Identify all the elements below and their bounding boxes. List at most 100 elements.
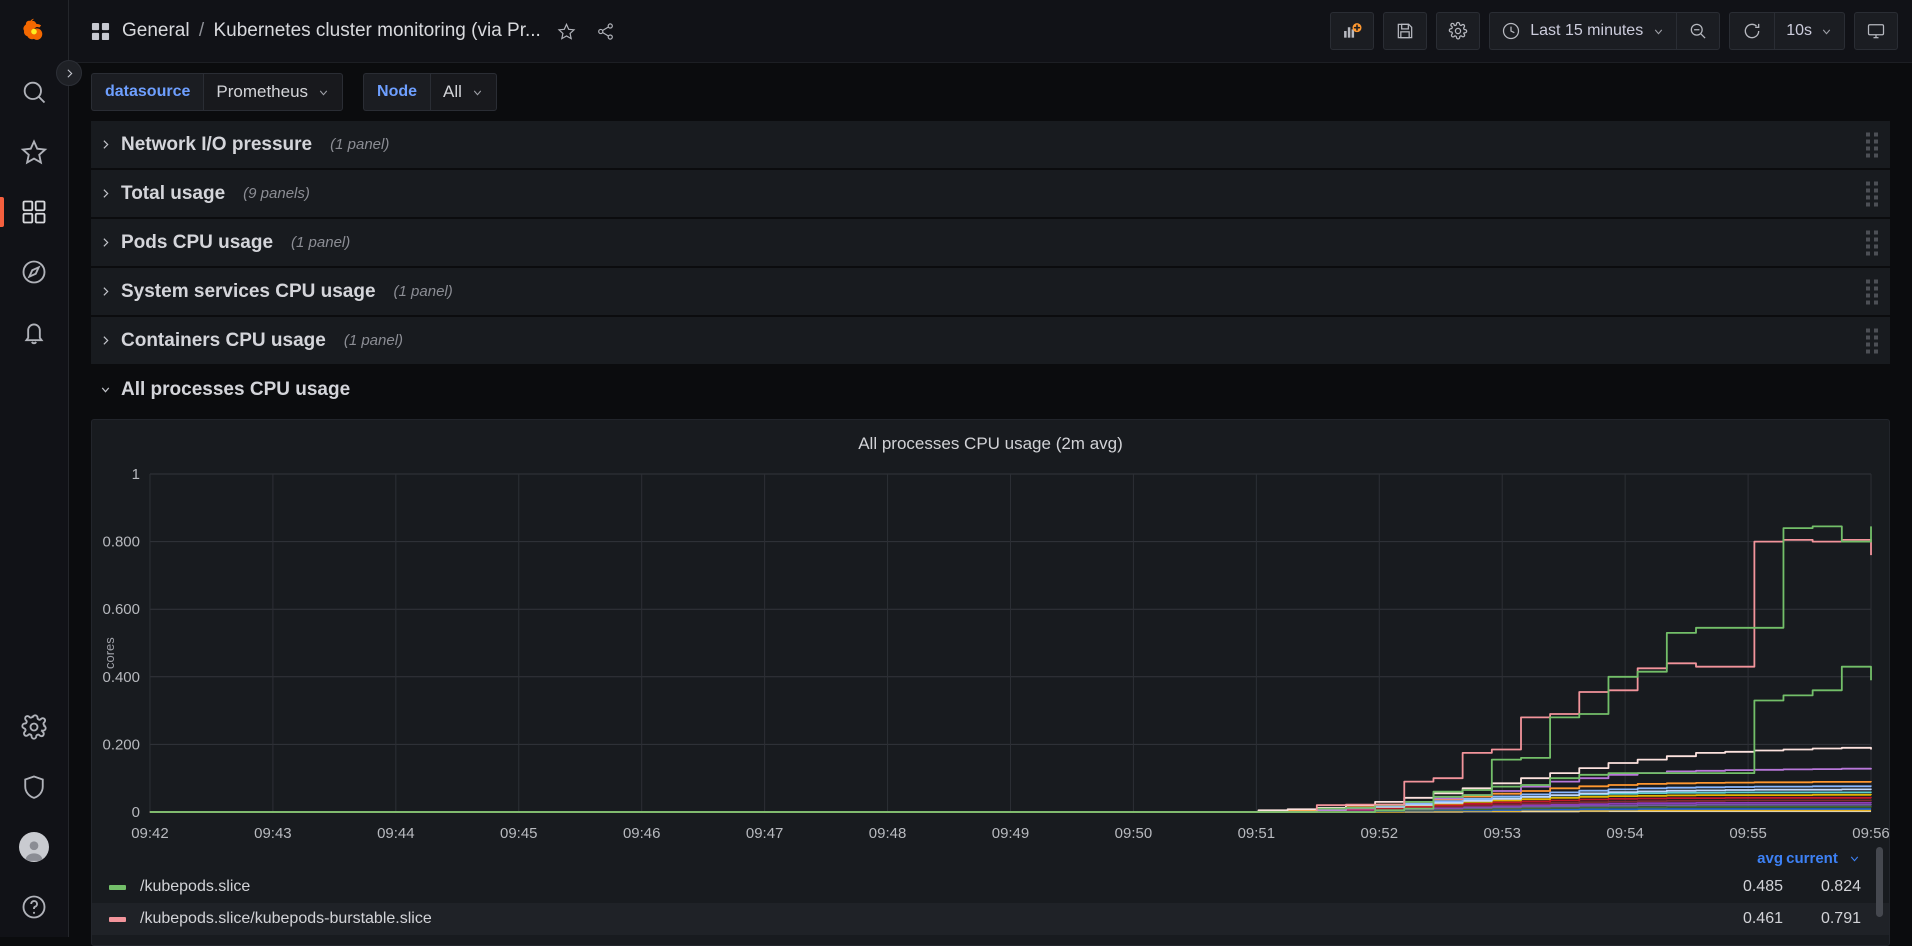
sidebar-item-help[interactable]	[0, 877, 69, 937]
page-container: General / Kubernetes cluster monitoring …	[69, 0, 1912, 946]
row-header-total-usage[interactable]: Total usage (9 panels)	[91, 170, 1890, 217]
chevron-right-icon	[103, 238, 109, 247]
svg-text:0.400: 0.400	[102, 669, 139, 686]
variable-datasource: datasource Prometheus	[91, 73, 344, 111]
row-title: All processes CPU usage	[121, 378, 351, 400]
zoom-out-button[interactable]	[1676, 12, 1721, 50]
legend-scrollbar[interactable]	[1876, 847, 1883, 917]
dashboard-grid-icon	[91, 22, 110, 40]
svg-text:09:56: 09:56	[1852, 825, 1889, 842]
page-title[interactable]: Kubernetes cluster monitoring (via Pr...	[213, 20, 540, 41]
legend-color-swatch[interactable]	[109, 916, 126, 922]
sidebar-expand-button[interactable]	[56, 60, 82, 86]
time-range-label: Last 15 minutes	[1530, 22, 1644, 39]
star-icon	[20, 139, 48, 165]
refresh-group: 10s	[1729, 12, 1845, 50]
legend-header: avg current	[92, 845, 1889, 871]
sidebar-item-explore[interactable]	[0, 242, 69, 302]
svg-text:0.600: 0.600	[102, 601, 139, 618]
row-title: Pods CPU usage	[121, 231, 274, 253]
chevron-right-icon	[103, 189, 109, 198]
sidebar-item-profile[interactable]	[0, 817, 69, 877]
svg-text:09:51: 09:51	[1238, 825, 1275, 842]
svg-text:0.800: 0.800	[102, 534, 139, 551]
chevron-down-icon	[319, 90, 328, 95]
row-header-pods-cpu-usage[interactable]: Pods CPU usage (1 panel)	[91, 219, 1890, 266]
row-drag-handle[interactable]	[1866, 279, 1879, 304]
legend-value-avg: 0.485	[1742, 878, 1783, 895]
legend-col-avg[interactable]: avg	[1705, 850, 1783, 867]
share-button[interactable]	[593, 18, 619, 44]
row-drag-handle[interactable]	[1866, 230, 1879, 255]
chevron-down-icon	[473, 90, 482, 95]
y-axis-title: cores	[102, 637, 117, 669]
compass-icon	[22, 260, 46, 284]
breadcrumb-folder[interactable]: General	[122, 20, 190, 41]
dashboards-icon	[22, 200, 46, 224]
row-header-network-io-pressure[interactable]: Network I/O pressure (1 panel)	[91, 121, 1890, 168]
active-indicator	[0, 197, 4, 227]
sidebar-item-grafana-logo[interactable]	[0, 0, 69, 62]
legend-value-current: 0.824	[1820, 878, 1861, 895]
clock-icon	[1503, 22, 1520, 40]
svg-text:09:48: 09:48	[869, 825, 906, 842]
template-variables-bar: datasource Prometheus Node All	[69, 63, 1912, 121]
chevron-right-icon	[66, 68, 72, 78]
refresh-icon	[1744, 23, 1760, 39]
row-drag-handle[interactable]	[1866, 132, 1879, 157]
shield-icon	[24, 775, 44, 799]
legend-color-swatch[interactable]	[109, 884, 126, 890]
tv-mode-button[interactable]	[1854, 12, 1898, 50]
favorite-button[interactable]	[554, 18, 580, 44]
zoom-out-icon	[1690, 23, 1706, 39]
row-panel-count: (1 panel)	[393, 283, 453, 300]
add-panel-button[interactable]	[1330, 12, 1375, 50]
row-title: Total usage	[121, 182, 226, 204]
sidebar-item-dashboards[interactable]	[0, 182, 69, 242]
panel-title[interactable]: All processes CPU usage (2m avg)	[92, 420, 1889, 464]
user-icon	[25, 841, 43, 861]
refresh-interval-picker[interactable]: 10s	[1774, 13, 1844, 49]
panel-all-processes-cpu-usage: All processes CPU usage (2m avg) cores 0…	[91, 419, 1890, 946]
dashboard-toolbar: General / Kubernetes cluster monitoring …	[69, 0, 1912, 63]
legend-item[interactable]: /kubepods.slice/kubepods-burstable.slice…	[92, 903, 1889, 935]
svg-text:09:47: 09:47	[746, 825, 783, 842]
chevron-right-icon	[103, 287, 109, 296]
legend-col-current[interactable]: current	[1783, 850, 1861, 867]
legend-value-avg: 0.461	[1742, 910, 1783, 927]
dashboard-rows: Network I/O pressure (1 panel) Total usa…	[69, 121, 1912, 946]
row-drag-handle[interactable]	[1866, 328, 1879, 353]
svg-text:09:42: 09:42	[131, 825, 168, 842]
help-circle-icon	[22, 895, 46, 919]
variable-node-select[interactable]: All	[430, 73, 497, 111]
gear-icon	[21, 714, 47, 740]
star-icon	[557, 22, 576, 40]
variable-datasource-select[interactable]: Prometheus	[203, 73, 344, 111]
breadcrumb-separator: /	[198, 20, 205, 41]
breadcrumb: General / Kubernetes cluster monitoring …	[122, 20, 541, 42]
sidebar-item-server-admin[interactable]	[0, 757, 69, 817]
row-drag-handle[interactable]	[1866, 181, 1879, 206]
grafana-logo-icon	[23, 18, 43, 40]
sidebar-item-starred[interactable]	[0, 122, 69, 182]
svg-text:09:45: 09:45	[500, 825, 537, 842]
row-panel-count: (1 panel)	[343, 332, 404, 349]
chevron-down-icon	[1850, 856, 1859, 862]
row-header-all-processes-cpu-usage[interactable]: All processes CPU usage	[91, 366, 1890, 413]
add-panel-icon	[1344, 23, 1362, 38]
monitor-icon	[1867, 24, 1885, 39]
search-icon	[23, 81, 46, 104]
row-header-containers-cpu-usage[interactable]: Containers CPU usage (1 panel)	[91, 317, 1890, 364]
sidebar-item-configuration[interactable]	[0, 697, 69, 757]
refresh-button[interactable]	[1730, 13, 1774, 49]
legend-item[interactable]: /kubepods.slice 0.485 0.824	[92, 871, 1889, 903]
time-range-picker[interactable]: Last 15 minutes	[1489, 12, 1677, 50]
panel-plot[interactable]: cores 0 0.200 0.400 0.600 0.800 1 09:42 09:43 09…	[92, 464, 1889, 854]
dashboard-settings-button[interactable]	[1436, 12, 1481, 50]
svg-text:1: 1	[132, 466, 140, 483]
save-dashboard-button[interactable]	[1383, 12, 1428, 50]
main-sidebar	[0, 0, 82, 937]
sidebar-item-alerting[interactable]	[0, 302, 69, 362]
save-disk-icon	[1397, 23, 1413, 39]
row-header-system-services-cpu-usage[interactable]: System services CPU usage (1 panel)	[91, 268, 1890, 315]
